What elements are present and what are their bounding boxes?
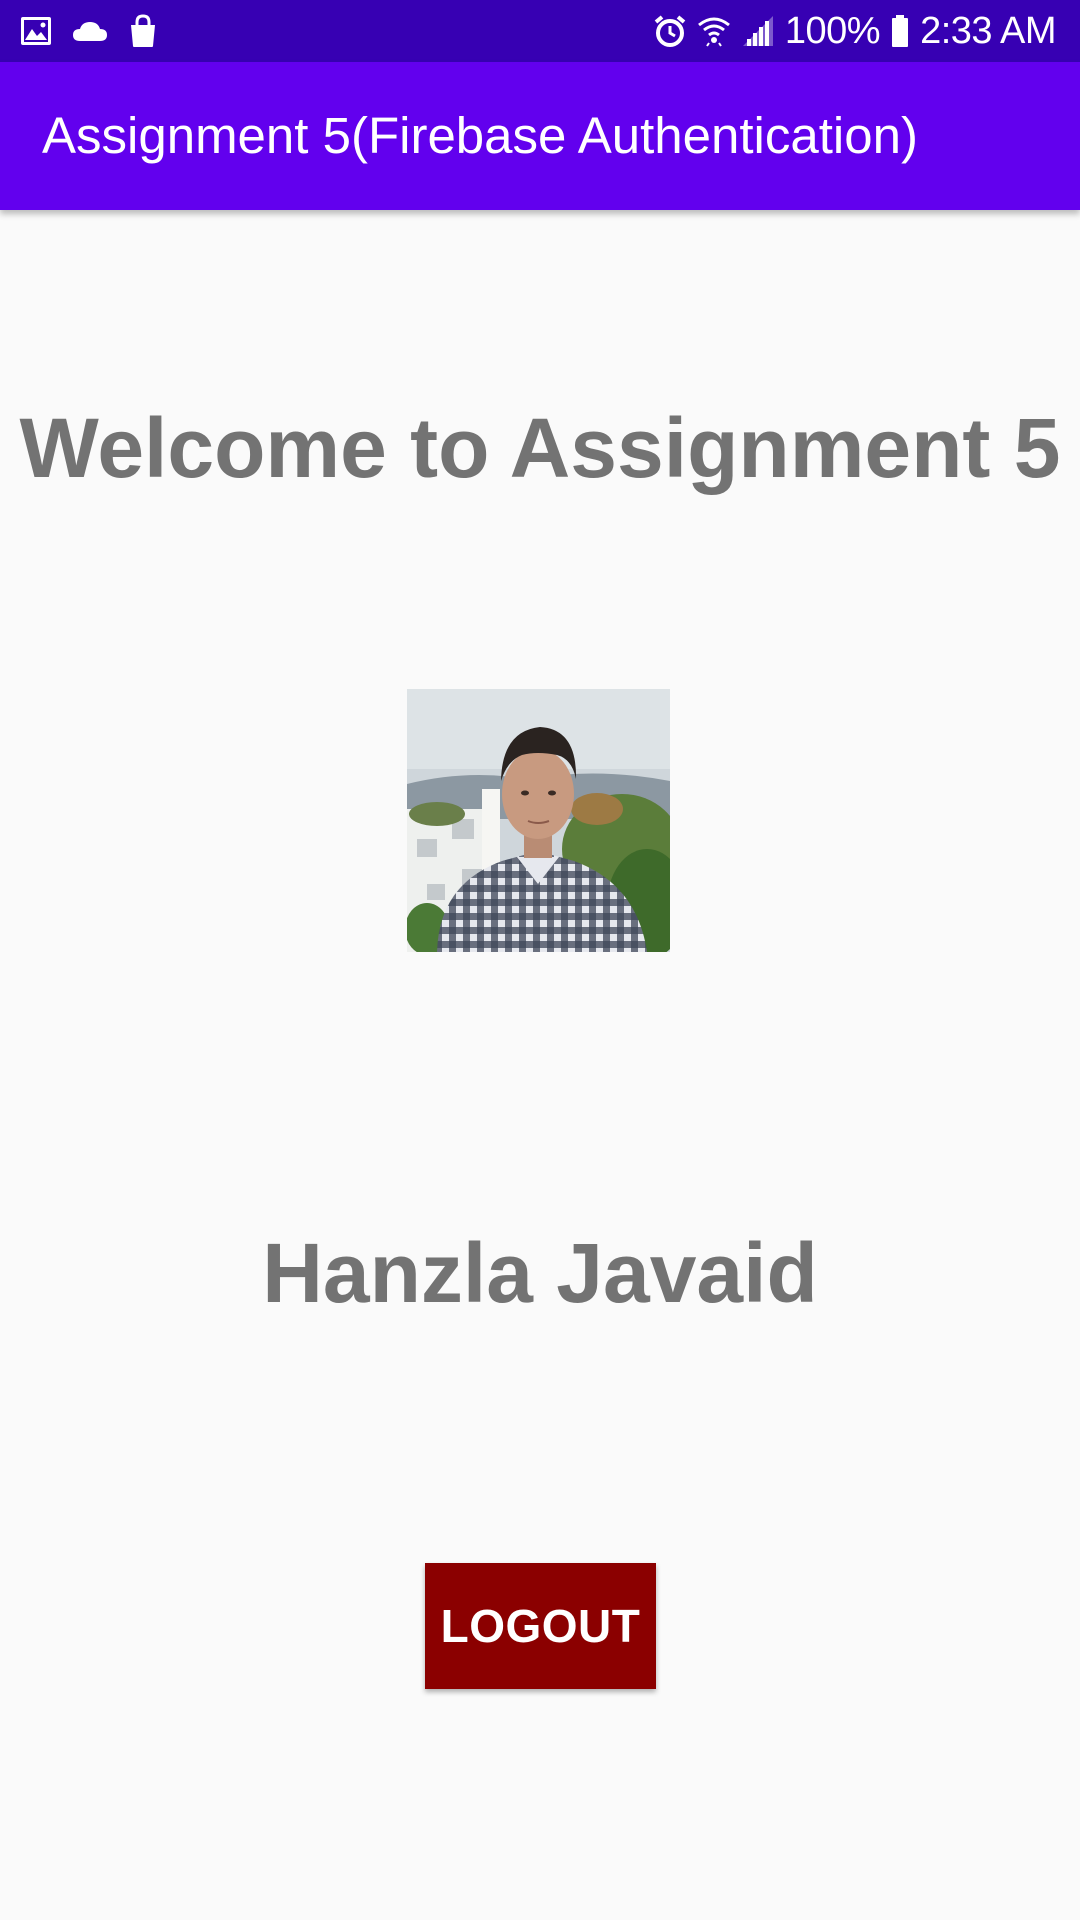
app-title: Assignment 5(Firebase Authentication): [42, 107, 918, 164]
wifi-icon: [697, 14, 731, 48]
status-bar: 100% 2:33 AM: [0, 0, 1080, 62]
status-bar-left: [20, 0, 158, 62]
user-name: Hanzla Javaid: [262, 1226, 818, 1320]
gallery-icon: [20, 16, 52, 46]
shopping-bag-icon: [128, 14, 158, 48]
cloud-icon: [72, 19, 108, 43]
status-bar-right: 100% 2:33 AM: [653, 0, 1056, 62]
battery-icon: [890, 14, 910, 48]
alarm-icon: [653, 14, 687, 48]
profile-photo: [407, 689, 670, 952]
signal-icon: [741, 14, 775, 48]
welcome-heading: Welcome to Assignment 5: [19, 401, 1061, 495]
logout-button[interactable]: LOGOUT: [425, 1563, 656, 1689]
app-bar: Assignment 5(Firebase Authentication): [0, 62, 1080, 210]
battery-percentage: 100%: [784, 9, 881, 52]
status-time: 2:33 AM: [920, 9, 1056, 52]
